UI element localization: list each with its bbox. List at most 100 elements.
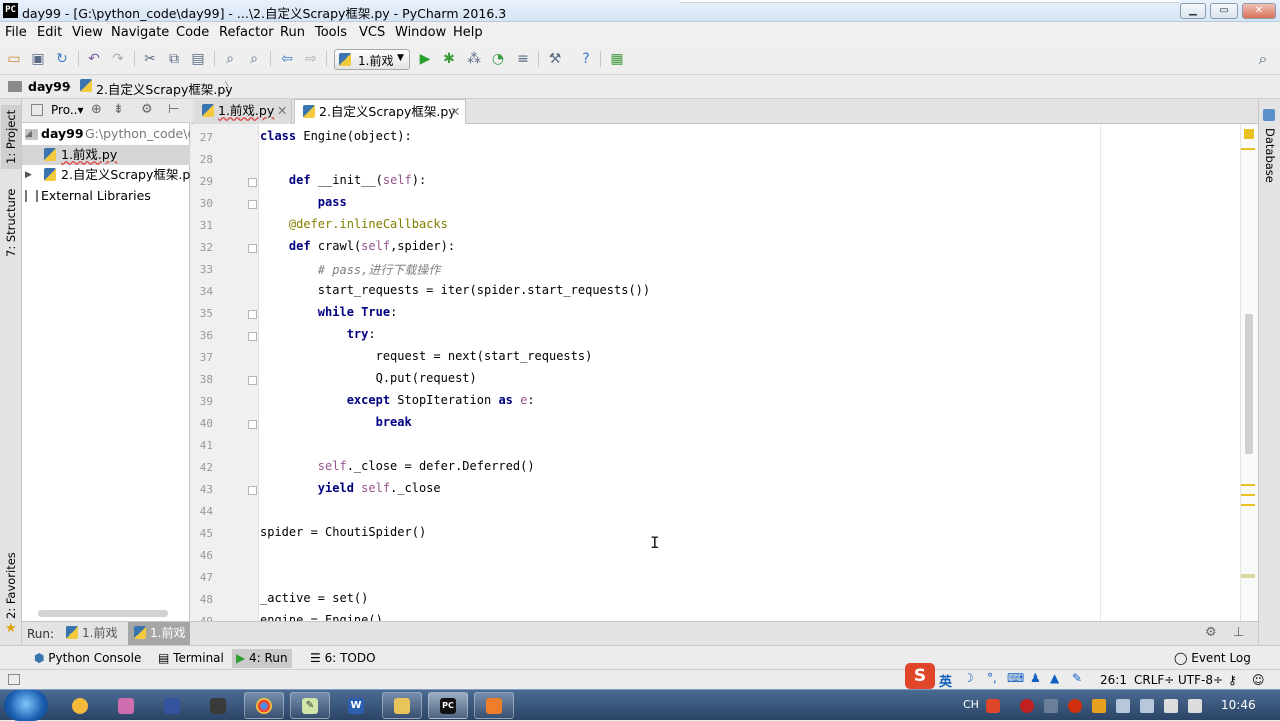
warning-marker[interactable]: [1241, 494, 1255, 496]
ime-tools-icon[interactable]: ✎: [1072, 671, 1082, 685]
ime-keyboard-icon[interactable]: ⌨: [1007, 671, 1024, 685]
line-separator[interactable]: CRLF÷: [1134, 673, 1174, 687]
code-line[interactable]: spider = ChoutiSpider(): [260, 525, 426, 539]
menu-edit[interactable]: Edit: [37, 25, 62, 40]
toggle-tool-windows-icon[interactable]: [8, 674, 20, 685]
warning-marker[interactable]: [1241, 504, 1255, 506]
minimize-panel-icon[interactable]: ⊥: [1233, 625, 1244, 640]
run-tab-2[interactable]: 1.前戏: [128, 622, 190, 645]
code-line[interactable]: Q.put(request): [260, 371, 477, 385]
menu-tools[interactable]: Tools: [315, 25, 347, 40]
tab-file1[interactable]: 1.前戏.py ✕: [194, 99, 292, 124]
run-icon[interactable]: ▶: [417, 51, 433, 67]
gear-icon[interactable]: ⚙: [141, 102, 153, 117]
menu-file[interactable]: File: [5, 25, 27, 40]
warning-marker[interactable]: [1241, 148, 1255, 150]
code-line[interactable]: self._close = defer.Deferred(): [260, 459, 535, 473]
run-tab-1[interactable]: 1.前戏: [62, 622, 126, 645]
close-window-button[interactable]: ✕: [1242, 3, 1276, 19]
menu-view[interactable]: View: [72, 25, 103, 40]
sogou-ime-icon[interactable]: S: [905, 663, 935, 689]
caret-position[interactable]: 26:1: [1100, 673, 1127, 687]
close-tab-icon[interactable]: ✕: [450, 100, 460, 124]
taskbar-pycharm[interactable]: PC: [428, 692, 468, 719]
code-line[interactable]: while True:: [260, 305, 398, 319]
ime-language[interactable]: 英: [939, 671, 952, 690]
taskbar-explorer[interactable]: [382, 692, 422, 719]
taskbar-word[interactable]: W: [336, 692, 376, 719]
menu-refactor[interactable]: Refactor: [219, 25, 274, 40]
taskbar-app-4[interactable]: [198, 692, 238, 719]
volume-icon[interactable]: [1188, 699, 1202, 713]
start-button[interactable]: [4, 690, 48, 721]
warning-marker[interactable]: [1241, 484, 1255, 486]
fold-marker-icon[interactable]: [248, 310, 257, 319]
fold-marker-icon[interactable]: [248, 376, 257, 385]
tool-tab-project[interactable]: 1: Project: [1, 105, 21, 169]
file-encoding[interactable]: UTF-8÷: [1178, 673, 1223, 687]
menu-navigate[interactable]: Navigate: [111, 25, 169, 40]
taskbar-app-10[interactable]: [474, 692, 514, 719]
code-line[interactable]: engine = Engine(): [260, 613, 383, 621]
fold-marker-icon[interactable]: [248, 332, 257, 341]
taskbar-chrome[interactable]: [244, 692, 284, 719]
menu-window[interactable]: Window: [395, 25, 446, 40]
tray-record-icon[interactable]: [1068, 699, 1082, 713]
locate-icon[interactable]: ⊕: [91, 102, 102, 117]
sogou-tray-icon[interactable]: [986, 699, 1000, 713]
replace-icon[interactable]: ⌕: [246, 51, 262, 67]
sync-icon[interactable]: ↻: [54, 51, 70, 67]
network-icon[interactable]: [1164, 699, 1178, 713]
lock-icon[interactable]: ⚷: [1228, 673, 1237, 687]
code-line[interactable]: _active = set(): [260, 591, 368, 605]
tray-monitor-icon[interactable]: [1116, 699, 1130, 713]
tray-app-icon[interactable]: [1020, 699, 1034, 713]
info-marker[interactable]: [1241, 574, 1255, 578]
open-folder-icon[interactable]: ▭: [6, 51, 22, 67]
code-line[interactable]: request = next(start_requests): [260, 349, 593, 363]
tool-tab-database[interactable]: Database: [1260, 125, 1280, 185]
tree-item-file2[interactable]: ▶ 2.自定义Scrapy框架.py: [22, 165, 190, 185]
tab-python-console[interactable]: ⬢ Python Console: [30, 649, 145, 668]
code-line[interactable]: # pass,进行下载操作: [260, 261, 441, 278]
vertical-scrollbar-thumb[interactable]: [1245, 314, 1253, 454]
code-line[interactable]: except StopIteration as e:: [260, 393, 535, 407]
tree-item-external-libraries[interactable]: External Libraries: [22, 186, 190, 206]
forward-icon[interactable]: ⇨: [303, 51, 319, 67]
tray-network-icon[interactable]: [1044, 699, 1058, 713]
back-icon[interactable]: ⇦: [279, 51, 295, 67]
code-line[interactable]: def __init__(self):: [260, 173, 426, 187]
tab-todo[interactable]: ☰ 6: TODO: [306, 649, 380, 668]
collapse-all-icon[interactable]: ⇟: [113, 102, 124, 117]
close-tab-icon[interactable]: ✕: [277, 99, 287, 123]
fold-marker-icon[interactable]: [248, 486, 257, 495]
tool-tab-structure[interactable]: 7: Structure: [1, 189, 21, 257]
undo-icon[interactable]: ↶: [86, 51, 102, 67]
settings-wrench-icon[interactable]: ⚒: [547, 51, 563, 67]
gear-icon[interactable]: ⚙: [1205, 625, 1217, 640]
code-line[interactable]: @defer.inlineCallbacks: [260, 217, 448, 231]
horizontal-scrollbar[interactable]: [38, 610, 168, 617]
menu-run[interactable]: Run: [280, 25, 305, 40]
fold-marker-icon[interactable]: [248, 244, 257, 253]
input-language[interactable]: CH: [963, 698, 979, 711]
save-all-icon[interactable]: ▣: [30, 51, 46, 67]
breadcrumb-project[interactable]: day99: [28, 79, 71, 94]
code-line[interactable]: try:: [260, 327, 376, 341]
code-line[interactable]: yield self._close: [260, 481, 441, 495]
taskbar-app-2[interactable]: [106, 692, 146, 719]
run-configuration-select[interactable]: 1.前戏 ▼: [334, 49, 410, 70]
plugin-icon[interactable]: ▦: [609, 51, 625, 67]
tab-run[interactable]: ▶ 4: Run: [232, 649, 292, 668]
inspector-icon[interactable]: ☺: [1252, 673, 1265, 687]
concurrency-icon[interactable]: ≡: [515, 51, 531, 67]
code-line[interactable]: pass: [260, 195, 347, 209]
redo-icon[interactable]: ↷: [110, 51, 126, 67]
ime-skin-icon[interactable]: ▲: [1050, 671, 1059, 685]
profile-icon[interactable]: ◔: [490, 51, 506, 67]
tree-item-root[interactable]: ◢ day99 G:\python_code\d: [22, 124, 190, 144]
code-line[interactable]: start_requests = iter(spider.start_reque…: [260, 283, 650, 297]
menu-code[interactable]: Code: [176, 25, 209, 40]
fold-marker-icon[interactable]: [248, 420, 257, 429]
copy-icon[interactable]: ⧉: [166, 51, 182, 67]
